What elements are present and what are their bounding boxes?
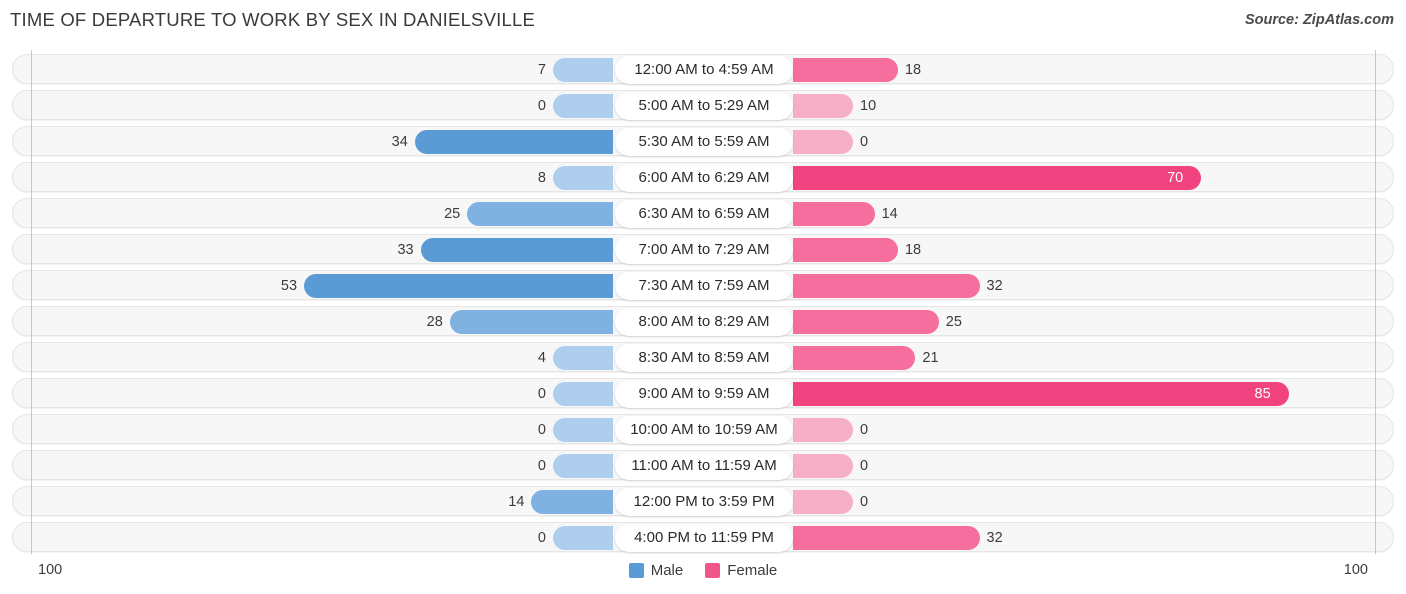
bar-male[interactable]: [553, 58, 613, 82]
table-row[interactable]: 25 14 6:30 AM to 6:59 AM: [12, 198, 1394, 228]
bar-male[interactable]: [553, 166, 613, 190]
bar-male[interactable]: [553, 346, 613, 370]
category-label: 6:30 AM to 6:59 AM: [615, 200, 793, 228]
bar-value-male: 8: [537, 170, 546, 186]
bar-value-male: 0: [537, 98, 546, 114]
table-row[interactable]: 0 32 4:00 PM to 11:59 PM: [12, 522, 1394, 552]
bar-female[interactable]: [793, 526, 980, 550]
bar-male[interactable]: [553, 454, 613, 478]
axis-line-right: [1375, 50, 1376, 554]
table-row[interactable]: 0 85 9:00 AM to 9:59 AM: [12, 378, 1394, 408]
category-label: 12:00 AM to 4:59 AM: [615, 56, 793, 84]
category-label: 11:00 AM to 11:59 AM: [615, 452, 793, 480]
table-row[interactable]: 28 25 8:00 AM to 8:29 AM: [12, 306, 1394, 336]
source-attribution: Source: ZipAtlas.com: [1244, 12, 1394, 28]
bar-female[interactable]: [793, 454, 853, 478]
table-row[interactable]: 4 21 8:30 AM to 8:59 AM: [12, 342, 1394, 372]
bar-value-male: 14: [508, 494, 525, 510]
table-row[interactable]: 7 18 12:00 AM to 4:59 AM: [12, 54, 1394, 84]
category-label: 6:00 AM to 6:29 AM: [615, 164, 793, 192]
bar-female[interactable]: [793, 94, 853, 118]
bar-value-male: 25: [444, 206, 461, 222]
table-row[interactable]: 53 32 7:30 AM to 7:59 AM: [12, 270, 1394, 300]
legend-label-male: Male: [650, 562, 684, 579]
legend-swatch-female: [705, 563, 721, 578]
legend-item-male[interactable]: Male: [628, 562, 684, 579]
bar-value-male: 0: [537, 530, 546, 546]
bar-male[interactable]: [414, 130, 613, 154]
bar-male[interactable]: [531, 490, 613, 514]
bar-value-female: 25: [945, 314, 962, 330]
bar-female[interactable]: [793, 310, 939, 334]
axis-line-left: [31, 50, 32, 554]
category-label: 7:00 AM to 7:29 AM: [615, 236, 793, 264]
bar-female[interactable]: [793, 58, 898, 82]
bar-value-male: 0: [537, 458, 546, 474]
table-row[interactable]: 34 0 5:30 AM to 5:59 AM: [12, 126, 1394, 156]
bar-male[interactable]: [420, 238, 613, 262]
bar-female[interactable]: [793, 418, 853, 442]
bar-value-female: 18: [904, 62, 922, 78]
bar-male[interactable]: [467, 202, 613, 226]
chart-footer: 100 100 Male Female: [0, 554, 1406, 594]
category-label: 10:00 AM to 10:59 AM: [615, 416, 793, 444]
page-title: TIME OF DEPARTURE TO WORK BY SEX IN DANI…: [10, 9, 535, 30]
bar-female[interactable]: [793, 202, 875, 226]
bar-value-male: 33: [397, 242, 414, 258]
bar-female[interactable]: [793, 166, 1202, 190]
category-label: 5:00 AM to 5:29 AM: [615, 92, 793, 120]
bar-value-female: 70: [1167, 170, 1184, 186]
bar-male[interactable]: [304, 274, 613, 298]
table-row[interactable]: 0 10 5:00 AM to 5:29 AM: [12, 90, 1394, 120]
table-row[interactable]: 33 18 7:00 AM to 7:29 AM: [12, 234, 1394, 264]
category-label: 8:00 AM to 8:29 AM: [615, 308, 793, 336]
bar-value-female: 18: [904, 242, 922, 258]
bar-value-male: 34: [391, 134, 408, 150]
bar-value-female: 0: [860, 494, 869, 510]
table-row[interactable]: 0 0 11:00 AM to 11:59 AM: [12, 450, 1394, 480]
bar-female[interactable]: [793, 238, 898, 262]
bar-value-female: 32: [986, 530, 1003, 546]
bar-value-female: 21: [922, 350, 939, 366]
bar-female[interactable]: [793, 274, 980, 298]
bar-value-male: 28: [426, 314, 443, 330]
bar-value-female: 10: [860, 98, 877, 114]
bar-value-male: 53: [280, 278, 298, 294]
chart-legend: Male Female: [0, 562, 1406, 579]
bar-male[interactable]: [553, 418, 613, 442]
chart-root: TIME OF DEPARTURE TO WORK BY SEX IN DANI…: [0, 0, 1406, 594]
bar-value-male: 7: [537, 62, 546, 78]
bar-value-female: 14: [881, 206, 898, 222]
bar-value-female: 85: [1254, 386, 1271, 402]
category-label: 9:00 AM to 9:59 AM: [615, 380, 793, 408]
bar-male[interactable]: [553, 382, 613, 406]
plot-area: 7 18 12:00 AM to 4:59 AM 0 10 5:00 AM to 5:29…: [0, 50, 1406, 554]
bar-value-female: 0: [860, 422, 869, 438]
bar-male[interactable]: [553, 526, 613, 550]
bar-value-male: 0: [537, 386, 546, 402]
bar-value-male: 4: [537, 350, 546, 366]
category-label: 12:00 PM to 3:59 PM: [615, 488, 793, 516]
bar-female[interactable]: [793, 346, 916, 370]
bar-female[interactable]: [793, 382, 1289, 406]
category-label: 7:30 AM to 7:59 AM: [615, 272, 793, 300]
legend-item-female[interactable]: Female: [705, 562, 777, 579]
bar-male[interactable]: [449, 310, 613, 334]
legend-swatch-male: [628, 563, 644, 578]
category-label: 4:00 PM to 11:59 PM: [615, 524, 793, 552]
table-row[interactable]: 8 70 6:00 AM to 6:29 AM: [12, 162, 1394, 192]
bar-value-female: 0: [860, 134, 869, 150]
bar-male[interactable]: [553, 94, 613, 118]
bar-value-male: 0: [537, 422, 546, 438]
category-label: 8:30 AM to 8:59 AM: [615, 344, 793, 372]
bar-female[interactable]: [793, 490, 853, 514]
category-label: 5:30 AM to 5:59 AM: [615, 128, 793, 156]
bar-female[interactable]: [793, 130, 853, 154]
table-row[interactable]: 0 0 10:00 AM to 10:59 AM: [12, 414, 1394, 444]
chart-header: TIME OF DEPARTURE TO WORK BY SEX IN DANI…: [0, 0, 1406, 42]
legend-label-female: Female: [727, 562, 778, 579]
table-row[interactable]: 14 0 12:00 PM to 3:59 PM: [12, 486, 1394, 516]
bar-value-female: 32: [986, 278, 1003, 294]
bar-value-female: 0: [860, 458, 869, 474]
